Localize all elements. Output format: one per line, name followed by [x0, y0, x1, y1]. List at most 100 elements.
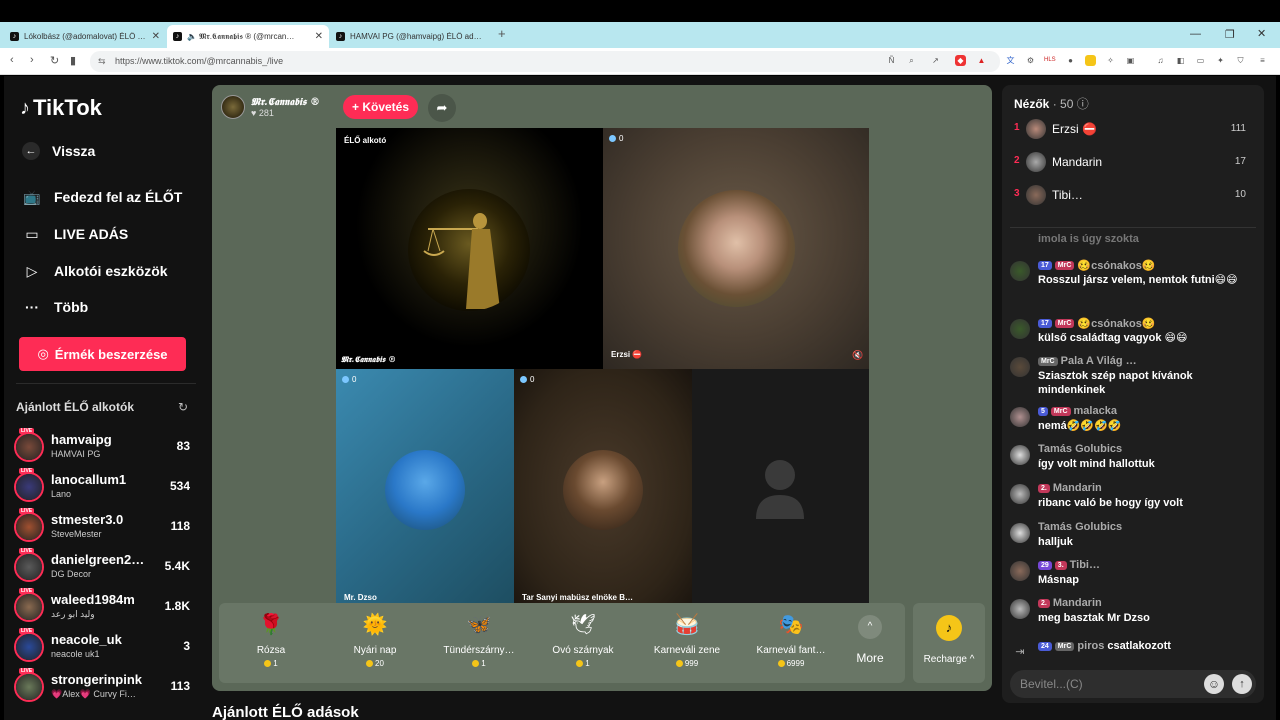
chat-avatar[interactable] — [1010, 599, 1030, 619]
creator-avatar[interactable] — [14, 592, 44, 622]
chat-avatar[interactable] — [1010, 523, 1030, 543]
tab-hamvaipg[interactable]: ♪ HAMVAI PG (@hamvaipg) ÉLŐ adás… — [330, 25, 492, 48]
menu-icon[interactable]: ≡ — [1257, 55, 1268, 66]
gift-item[interactable]: 🥁 Karneváli zene 999 — [635, 611, 739, 668]
chat-username[interactable]: 🥴csónakos🥴 — [1077, 317, 1155, 330]
tab-mrcannabis[interactable]: ♪ 🔈 𝕸𝖗.𝕮𝖆𝖓𝖓𝖆𝖇𝖎𝖘 ® (@mrcan… ✕ — [167, 25, 329, 48]
chat-username[interactable]: Pala A Világ … — [1061, 355, 1137, 367]
media-icon[interactable]: ♫ — [1155, 55, 1166, 66]
rewards-icon[interactable]: ▲ — [976, 55, 987, 66]
coin-icon — [366, 660, 374, 667]
chat-username[interactable]: Mandarin — [1053, 597, 1102, 609]
join-user[interactable]: piros — [1077, 640, 1104, 652]
chat-username[interactable]: 🥴csónakos🥴 — [1077, 259, 1155, 272]
translate-icon[interactable]: 文 — [1005, 55, 1016, 66]
gift-item[interactable]: 🕊 Óvó szárnyak 1 — [531, 611, 635, 668]
chat-avatar[interactable] — [1010, 319, 1030, 339]
new-tab-button[interactable]: + — [498, 26, 506, 41]
video-tile-erzsi[interactable]: 0 Erzsi ⛔ 🔇 — [603, 128, 869, 369]
brave-shield-icon[interactable]: ◆ — [955, 55, 966, 66]
video-tile-dzso[interactable]: 0 Mr. Dzso — [336, 369, 514, 610]
creator-avatar[interactable] — [14, 672, 44, 702]
top-viewer-row[interactable]: 2 Mandarin 17 — [1014, 151, 1254, 173]
vpn-icon[interactable]: ⛉ — [1235, 55, 1246, 66]
recommended-creator[interactable]: LIVE hamvaipg HAMVAI PG 83 — [14, 428, 194, 466]
forward-icon[interactable]: › — [30, 54, 34, 66]
creator-avatar[interactable] — [14, 432, 44, 462]
gift-item[interactable]: 🌞 Nyári nap 20 — [323, 611, 427, 668]
chat-username[interactable]: Tibi… — [1070, 559, 1100, 571]
extension-icon[interactable] — [1085, 55, 1096, 66]
info-icon[interactable]: ⓘ — [1077, 97, 1089, 111]
back-button[interactable]: ← Vissza — [22, 142, 95, 160]
extension-icon[interactable]: ▣ — [1125, 55, 1136, 66]
recommended-creator[interactable]: LIVE danielgreen2… DG Decor 5.4K — [14, 548, 194, 586]
close-tab-icon[interactable]: ✕ — [315, 31, 323, 42]
tiktok-logo[interactable]: ♪ TikTok — [20, 95, 102, 121]
wallet-icon[interactable]: ▭ — [1195, 55, 1206, 66]
emoji-icon[interactable]: ☺ — [1204, 674, 1224, 694]
creator-avatar[interactable] — [14, 512, 44, 542]
url-field[interactable]: ⇆ https://www.tiktok.com/@mrcannabis_/liv… — [90, 51, 1000, 72]
creator-avatar[interactable] — [14, 552, 44, 582]
site-info-icon[interactable]: ⇆ — [98, 51, 106, 72]
top-viewer-row[interactable]: 1 Erzsi ⛔ 111 — [1014, 118, 1254, 140]
recommended-creator[interactable]: LIVE waleed1984m وليد ابو رعد 1.8K — [14, 588, 194, 626]
top-viewer-row[interactable]: 3 Tibi… 10 — [1014, 184, 1254, 206]
chat-username[interactable]: Tamás Golubics — [1038, 521, 1122, 533]
leo-icon[interactable]: ✦ — [1215, 55, 1226, 66]
minimize-icon[interactable]: — — [1190, 28, 1201, 40]
nav-live[interactable]: ▭ LIVE ADÁS — [22, 224, 128, 244]
chat-avatar[interactable] — [1010, 261, 1030, 281]
nav-creator-tools[interactable]: ▷ Alkotói eszközök — [22, 261, 168, 281]
chat-username[interactable]: Tamás Golubics — [1038, 443, 1122, 455]
close-window-icon[interactable]: ✕ — [1257, 27, 1266, 40]
hls-extension-icon[interactable]: HLS — [1044, 55, 1056, 66]
creator-avatar[interactable] — [14, 632, 44, 662]
back-icon[interactable]: ‹ — [10, 54, 14, 66]
host-avatar[interactable] — [221, 95, 245, 119]
chat-avatar[interactable] — [1010, 407, 1030, 427]
recommended-creator[interactable]: LIVE lanocallum1 Lano 534 — [14, 468, 194, 506]
nav-more[interactable]: ··· Több — [22, 297, 88, 317]
get-coins-button[interactable]: ◎ Érmék beszerzése — [19, 337, 186, 371]
gift-item[interactable]: 🦋 Tündérszárny… 1 — [427, 611, 531, 668]
close-tab-icon[interactable]: ✕ — [152, 31, 160, 42]
recommended-creator[interactable]: LIVE strongerinpink 💗Alex💗 Curvy Fi… 113 — [14, 668, 194, 706]
video-tile-host[interactable]: ÉLŐ alkotó 𝕸𝖗.𝕮𝖆𝖓𝖓𝖆𝖇𝖎𝖘 ® — [336, 128, 603, 369]
reload-icon[interactable]: ↻ — [50, 54, 59, 67]
video-tile-empty[interactable] — [692, 369, 869, 610]
creator-avatar[interactable] — [14, 472, 44, 502]
host-info[interactable]: 𝕸𝖗.𝕮𝖆𝖓𝖓𝖆𝖇𝖎𝖘 ® ♥ 281 — [221, 94, 320, 120]
send-icon[interactable]: ↑ — [1232, 674, 1252, 694]
chat-avatar[interactable] — [1010, 561, 1030, 581]
zoom-icon[interactable]: ⌕ — [906, 55, 917, 66]
nav-explore-live[interactable]: 📺 Fedezd fel az ÉLŐT — [22, 187, 182, 207]
recommended-creator[interactable]: LIVE stmester3.0 SteveMester 118 — [14, 508, 194, 546]
puzzle-icon[interactable]: ✧ — [1105, 55, 1116, 66]
chat-avatar[interactable] — [1010, 445, 1030, 465]
share-page-icon[interactable]: ↗ — [930, 55, 941, 66]
extension-icon[interactable]: ⚙ — [1025, 55, 1036, 66]
bookmark-icon[interactable]: ▮ — [70, 54, 76, 67]
chat-avatar[interactable] — [1010, 357, 1030, 377]
refresh-icon[interactable]: ↻ — [178, 400, 188, 414]
sidebar-icon[interactable]: ◧ — [1175, 55, 1186, 66]
gift-item[interactable]: 🎭 Karnevál fant… 6999 — [739, 611, 843, 668]
reader-icon[interactable]: Ñ — [886, 55, 897, 66]
tab-lokolbasz[interactable]: ♪ Lókolbász (@adomalovat) ÉLŐ adás… ✕ — [4, 25, 166, 48]
chat-avatar[interactable] — [1010, 484, 1030, 504]
chat-username[interactable]: malacka — [1074, 405, 1117, 417]
gift-item[interactable]: 🌹 Rózsa 1 — [219, 611, 323, 668]
share-icon[interactable]: ➦ — [428, 94, 456, 122]
recharge-button[interactable]: ♪ Recharge ^ — [913, 603, 985, 683]
video-tile-tar-sanyi[interactable]: 0 Tar Sanyi mabüsz elnöke B… — [514, 369, 692, 610]
more-gifts-button[interactable]: ^ More — [850, 611, 890, 665]
follow-button[interactable]: + Követés — [343, 95, 418, 119]
restore-icon[interactable]: ❐ — [1225, 28, 1235, 41]
recommended-creator[interactable]: LIVE neacole_uk neacole uk1 3 — [14, 628, 194, 666]
chat-username[interactable]: Mandarin — [1053, 482, 1102, 494]
extension-icon[interactable]: ● — [1065, 55, 1076, 66]
viewers-header[interactable]: Nézők · 50 ⓘ — [1014, 95, 1089, 112]
chat-input[interactable]: Bevitel...(C) ☺ ↑ — [1010, 670, 1256, 698]
